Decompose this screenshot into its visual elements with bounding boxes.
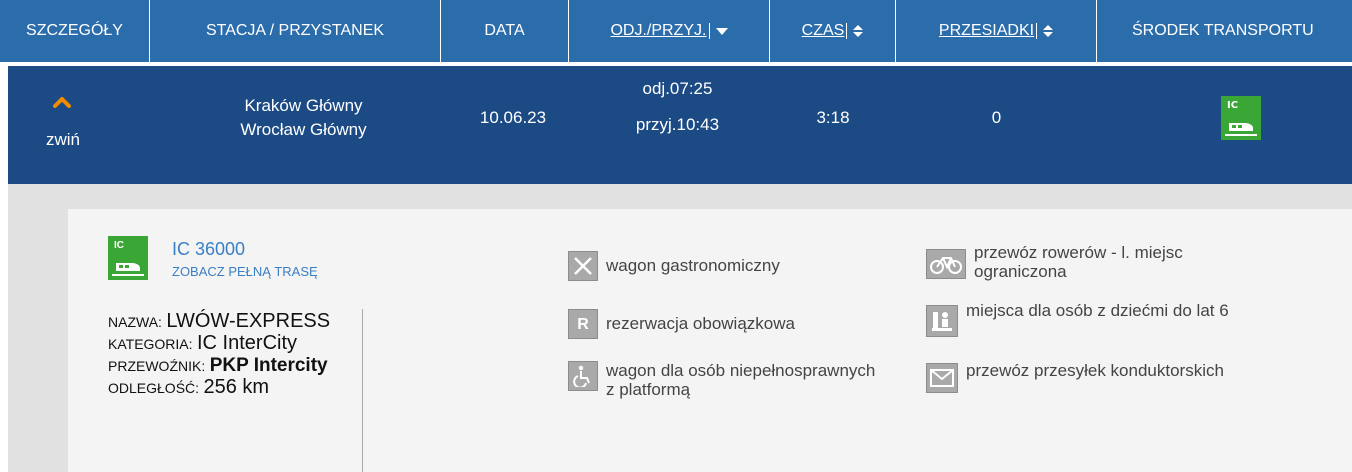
station-from: Kraków Główny <box>244 96 363 115</box>
feature-item: przewóz rowerów - l. miejsc ograniczona <box>926 243 1246 281</box>
distance-label: ODLEGŁOŚĆ: <box>108 380 200 396</box>
category-label: KATEGORIA: <box>108 336 193 352</box>
col-dep-arr-header[interactable]: ODJ./PRZYJ. <box>569 0 770 62</box>
connection-row[interactable]: zwiń Kraków Główny Wrocław Główny 10.06.… <box>8 66 1352 184</box>
distance-value: 256 km <box>203 376 270 398</box>
col-details-header: SZCZEGÓŁY <box>0 0 150 62</box>
bicycle-icon <box>926 249 966 279</box>
name-value: LWÓW-EXPRESS <box>166 310 331 332</box>
collapse-label[interactable]: zwiń <box>46 130 80 150</box>
restaurant-icon <box>568 251 598 281</box>
feature-label: wagon dla osób niepełnosprawnych z platf… <box>606 361 876 399</box>
feature-item: wagon dla osób niepełnosprawnych z platf… <box>568 361 908 399</box>
feature-label: wagon gastronomiczny <box>606 256 780 275</box>
reservation-icon: R <box>568 309 598 339</box>
col-date-header: DATA <box>441 0 569 62</box>
category-value: IC InterCity <box>197 332 298 354</box>
svg-text:IC: IC <box>1227 100 1238 111</box>
carrier-value: PKP Intercity <box>209 355 328 376</box>
train-ic-icon: IC <box>108 236 148 280</box>
sort-icon[interactable] <box>1043 25 1054 37</box>
carrier-label: PRZEWOŹNIK: <box>108 358 206 374</box>
feature-label: przewóz przesyłek konduktorskich <box>966 361 1224 380</box>
departure-time: odj.07:25 <box>642 79 713 98</box>
arrival-time: przyj.10:43 <box>635 115 720 134</box>
col-station-header: STACJA / PRZYSTANEK <box>150 0 441 62</box>
full-route-link[interactable]: ZOBACZ PEŁNĄ TRASĘ <box>172 264 318 279</box>
info-divider <box>362 309 363 472</box>
feature-label: rezerwacja obowiązkowa <box>606 314 795 333</box>
sort-desc-icon[interactable] <box>715 27 728 35</box>
sort-icon[interactable] <box>853 25 864 37</box>
col-transfers-header[interactable]: PRZESIADKI <box>896 0 1097 62</box>
station-to: Wrocław Główny <box>240 120 367 139</box>
wheelchair-icon <box>568 361 598 391</box>
transfers-value: 0 <box>991 108 1002 127</box>
feature-item: miejsca dla osób z dziećmi do lat 6 <box>926 301 1266 337</box>
results-table-header: SZCZEGÓŁY STACJA / PRZYSTANEK DATA ODJ./… <box>0 0 1352 66</box>
feature-label: miejsca dla osób z dziećmi do lat 6 <box>966 301 1229 320</box>
feature-label: przewóz rowerów - l. miejsc ograniczona <box>974 243 1183 281</box>
family-icon <box>926 305 958 337</box>
dep-arr-cell: odj.07:25 przyj.10:43 <box>577 80 778 134</box>
station-cell: Kraków Główny Wrocław Główny <box>158 94 449 142</box>
col-time-header[interactable]: CZAS <box>770 0 896 62</box>
col-transport-header: ŚRODEK TRANSPORTU <box>1132 22 1314 39</box>
train-ic-icon: IC <box>1221 96 1261 140</box>
duration-value: 3:18 <box>816 108 850 127</box>
envelope-icon <box>926 363 958 393</box>
date-value: 10.06.23 <box>479 108 547 127</box>
train-info: NAZWA: LWÓW-EXPRESS KATEGORIA: IC InterC… <box>108 311 338 399</box>
feature-item: wagon gastronomiczny <box>568 251 888 281</box>
chevron-up-icon[interactable] <box>53 96 71 108</box>
feature-item: przewóz przesyłek konduktorskich <box>926 361 1246 393</box>
feature-item: R rezerwacja obowiązkowa <box>568 309 888 339</box>
train-number-link[interactable]: IC 36000 <box>172 239 245 260</box>
collapse-button[interactable]: zwiń <box>30 96 100 156</box>
svg-text:IC: IC <box>114 240 124 251</box>
name-label: NAZWA: <box>108 314 162 330</box>
train-details-panel: IC IC 36000 ZOBACZ PEŁNĄ TRASĘ NAZWA: LW… <box>68 209 1352 472</box>
